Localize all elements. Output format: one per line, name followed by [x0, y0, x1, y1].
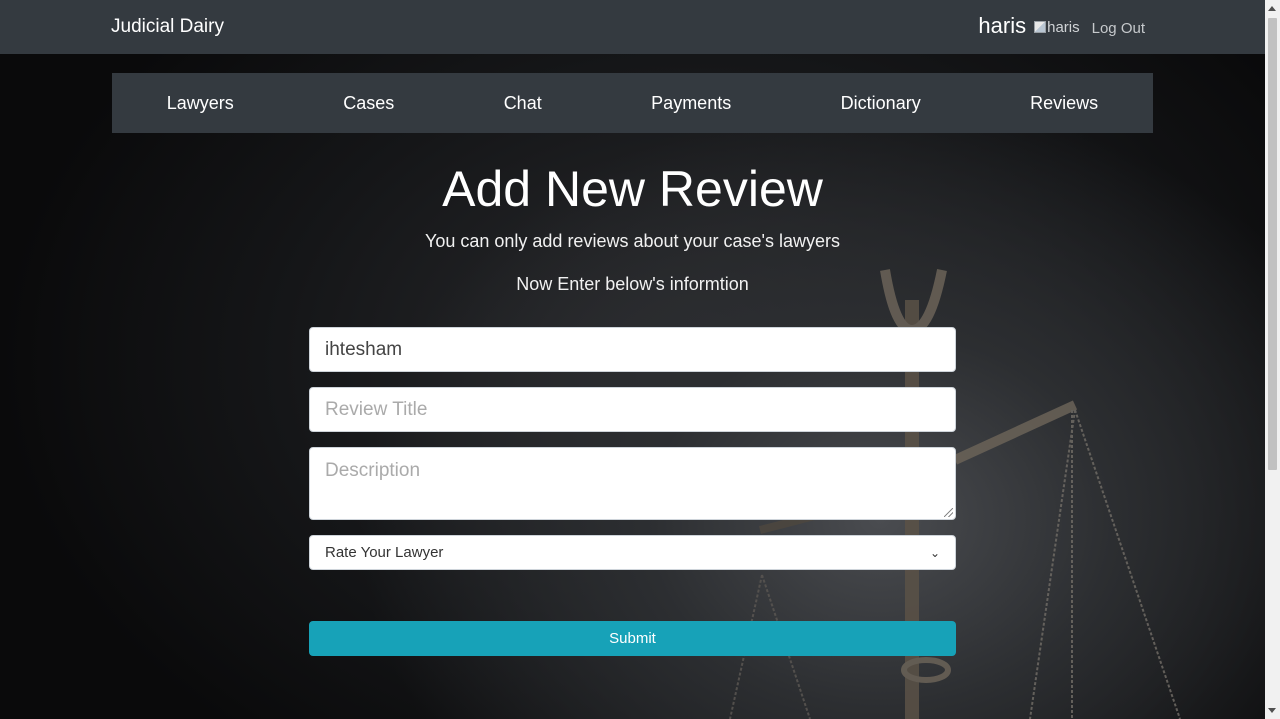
nav-item-chat[interactable]: Chat	[504, 93, 542, 114]
main-nav: Lawyers Cases Chat Payments Dictionary R…	[112, 73, 1153, 133]
page-subtitle: You can only add reviews about your case…	[424, 231, 840, 251]
description-placeholder: Description	[325, 460, 421, 481]
logout-link[interactable]: Log Out	[1092, 20, 1145, 37]
nav-item-reviews[interactable]: Reviews	[1030, 93, 1098, 114]
nav-item-dictionary[interactable]: Dictionary	[841, 93, 921, 114]
vertical-scrollbar[interactable]	[1265, 0, 1280, 719]
review-title-placeholder: Review Title	[325, 398, 428, 420]
nav-item-lawyers[interactable]: Lawyers	[167, 93, 234, 114]
avatar: haris	[1034, 19, 1080, 36]
chevron-down-icon: ⌄	[929, 545, 940, 560]
form-instruction: Now Enter below's informtion	[516, 274, 749, 294]
resize-handle-icon[interactable]	[944, 508, 953, 517]
submit-button[interactable]: Submit	[309, 621, 956, 656]
nav-item-payments[interactable]: Payments	[651, 93, 731, 114]
description-textarea[interactable]: Description	[309, 447, 956, 520]
scroll-up-icon[interactable]	[1268, 6, 1276, 11]
page-title: Add New Review	[442, 161, 823, 217]
scroll-down-icon[interactable]	[1268, 708, 1276, 713]
review-title-input[interactable]: Review Title	[309, 387, 956, 432]
top-navbar: Judicial Dairy haris haris Log Out	[0, 0, 1265, 54]
nav-item-cases[interactable]: Cases	[343, 93, 394, 114]
scroll-thumb[interactable]	[1268, 18, 1277, 470]
rating-select[interactable]: Rate Your Lawyer ⌄	[309, 535, 956, 570]
user-area: haris haris Log Out	[978, 13, 1145, 39]
lawyer-name-value: ihtesham	[325, 338, 403, 360]
username: haris	[978, 13, 1027, 38]
brand-link[interactable]: Judicial Dairy	[111, 16, 224, 38]
avatar-alt-text: haris	[1047, 18, 1080, 36]
lawyer-name-input[interactable]: ihtesham	[309, 327, 956, 372]
broken-image-icon	[1034, 21, 1047, 33]
rating-selected-value: Rate Your Lawyer	[325, 544, 444, 561]
